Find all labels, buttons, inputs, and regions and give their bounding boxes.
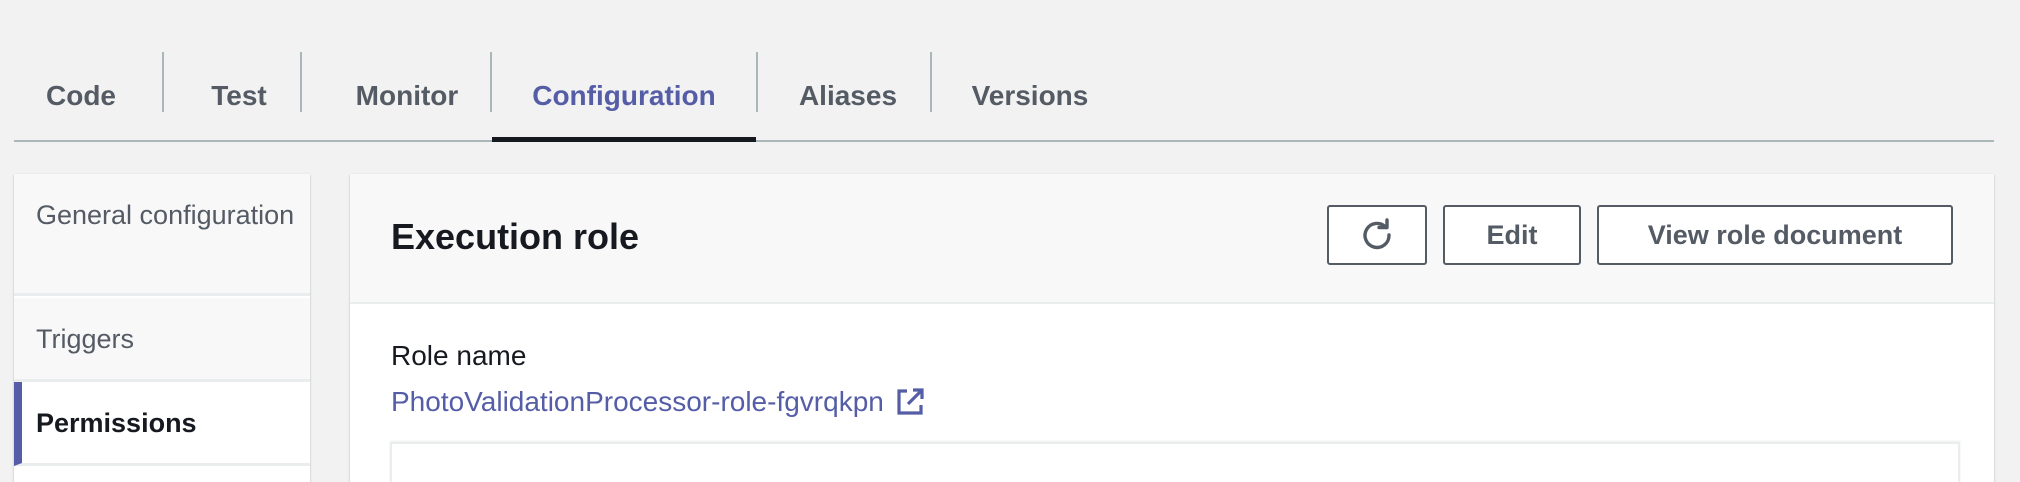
sidebar-item-label: Triggers [36, 324, 135, 354]
sidebar-item-general-configuration[interactable]: General configuration [14, 174, 310, 296]
view-role-document-label: View role document [1647, 219, 1903, 250]
tab-aliases-label: Aliases [798, 80, 898, 111]
external-link-icon [897, 388, 924, 415]
configuration-side-nav: General configuration Triggers Permissio… [14, 174, 310, 482]
tab-configuration[interactable]: Configuration [492, 52, 756, 142]
tab-separator [756, 52, 758, 112]
role-name-link[interactable]: PhotoValidationProcessor-role-fgvrqkpn [391, 386, 926, 418]
tab-code[interactable]: Code [28, 52, 134, 140]
tab-test[interactable]: Test [186, 52, 292, 140]
role-details-box [390, 442, 1960, 482]
tab-separator [930, 52, 932, 112]
tab-aliases[interactable]: Aliases [782, 52, 914, 140]
tab-code-label: Code [46, 80, 116, 111]
tab-versions-label: Versions [971, 80, 1089, 111]
role-name-value: PhotoValidationProcessor-role-fgvrqkpn [391, 386, 884, 417]
tab-versions[interactable]: Versions [954, 52, 1106, 140]
refresh-icon [1363, 218, 1391, 250]
panel-title: Execution role [391, 216, 640, 257]
tab-configuration-label: Configuration [532, 80, 716, 111]
panel-header: Execution role Edit View role document [350, 174, 1994, 304]
tab-separator [300, 52, 302, 112]
refresh-button[interactable] [1327, 205, 1427, 265]
sidebar-item-permissions[interactable]: Permissions [14, 382, 310, 466]
tab-test-label: Test [211, 80, 267, 111]
edit-button[interactable]: Edit [1443, 205, 1581, 265]
role-name-label: Role name [391, 340, 527, 371]
tab-separator [162, 52, 164, 112]
edit-button-label: Edit [1486, 219, 1538, 250]
execution-role-panel: Execution role Edit View role document R… [350, 174, 1994, 482]
tab-monitor[interactable]: Monitor [324, 52, 490, 140]
view-role-document-button[interactable]: View role document [1597, 205, 1953, 265]
sidebar-item-triggers[interactable]: Triggers [14, 298, 310, 382]
lambda-function-page: Code Test Monitor Configuration Aliases … [0, 0, 2020, 482]
tab-bar: Code Test Monitor Configuration Aliases … [14, 52, 1994, 142]
tab-monitor-label: Monitor [355, 80, 459, 111]
sidebar-item-label: General configuration [36, 200, 295, 230]
sidebar-item-label: Permissions [36, 408, 197, 438]
